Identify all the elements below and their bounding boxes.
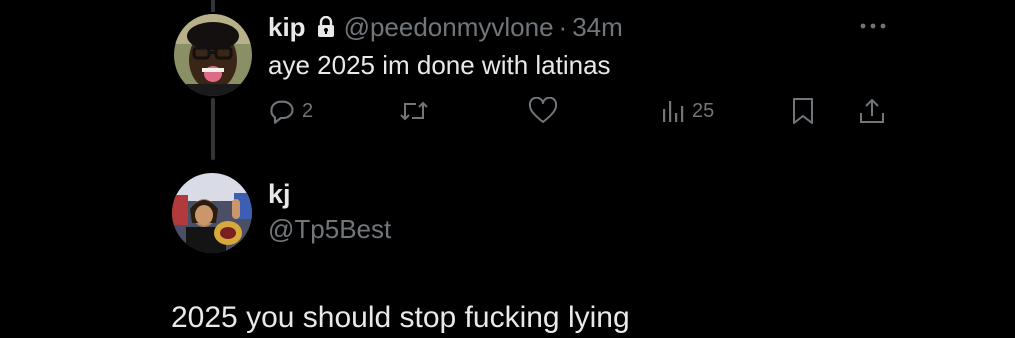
views-button[interactable]: 25 xyxy=(660,96,714,126)
timestamp[interactable]: 34m xyxy=(572,12,623,43)
avatar[interactable] xyxy=(174,14,252,96)
tweet-text: 2025 you should stop fucking lying xyxy=(171,301,630,334)
retweet-icon xyxy=(398,97,430,125)
thread-line-top xyxy=(211,0,215,12)
display-name[interactable]: kj xyxy=(268,179,291,210)
display-name[interactable]: kip xyxy=(268,12,306,43)
tweet-text: aye 2025 im done with latinas xyxy=(268,50,611,80)
like-button[interactable] xyxy=(528,96,564,126)
heart-icon xyxy=(528,97,558,125)
retweet-button[interactable] xyxy=(398,96,436,126)
lock-icon xyxy=(316,16,336,38)
bookmark-button[interactable] xyxy=(790,96,816,126)
views-icon xyxy=(660,97,686,125)
share-button[interactable] xyxy=(858,96,886,126)
user-handle[interactable]: @peedonmyvlone xyxy=(344,12,554,43)
views-count: 25 xyxy=(692,99,715,122)
reply-count: 2 xyxy=(302,99,314,122)
reply-icon xyxy=(268,97,296,125)
share-icon xyxy=(858,96,886,126)
separator-dot: · xyxy=(558,11,568,42)
thread-connector-line xyxy=(211,98,215,160)
bookmark-icon xyxy=(790,96,816,126)
reply-button[interactable]: 2 xyxy=(268,96,313,126)
more-horizontal-icon[interactable] xyxy=(858,14,888,38)
tweet-header: kip @peedonmyvlone · 34m xyxy=(268,10,623,44)
user-handle[interactable]: @Tp5Best xyxy=(268,214,391,245)
avatar[interactable] xyxy=(172,173,252,253)
